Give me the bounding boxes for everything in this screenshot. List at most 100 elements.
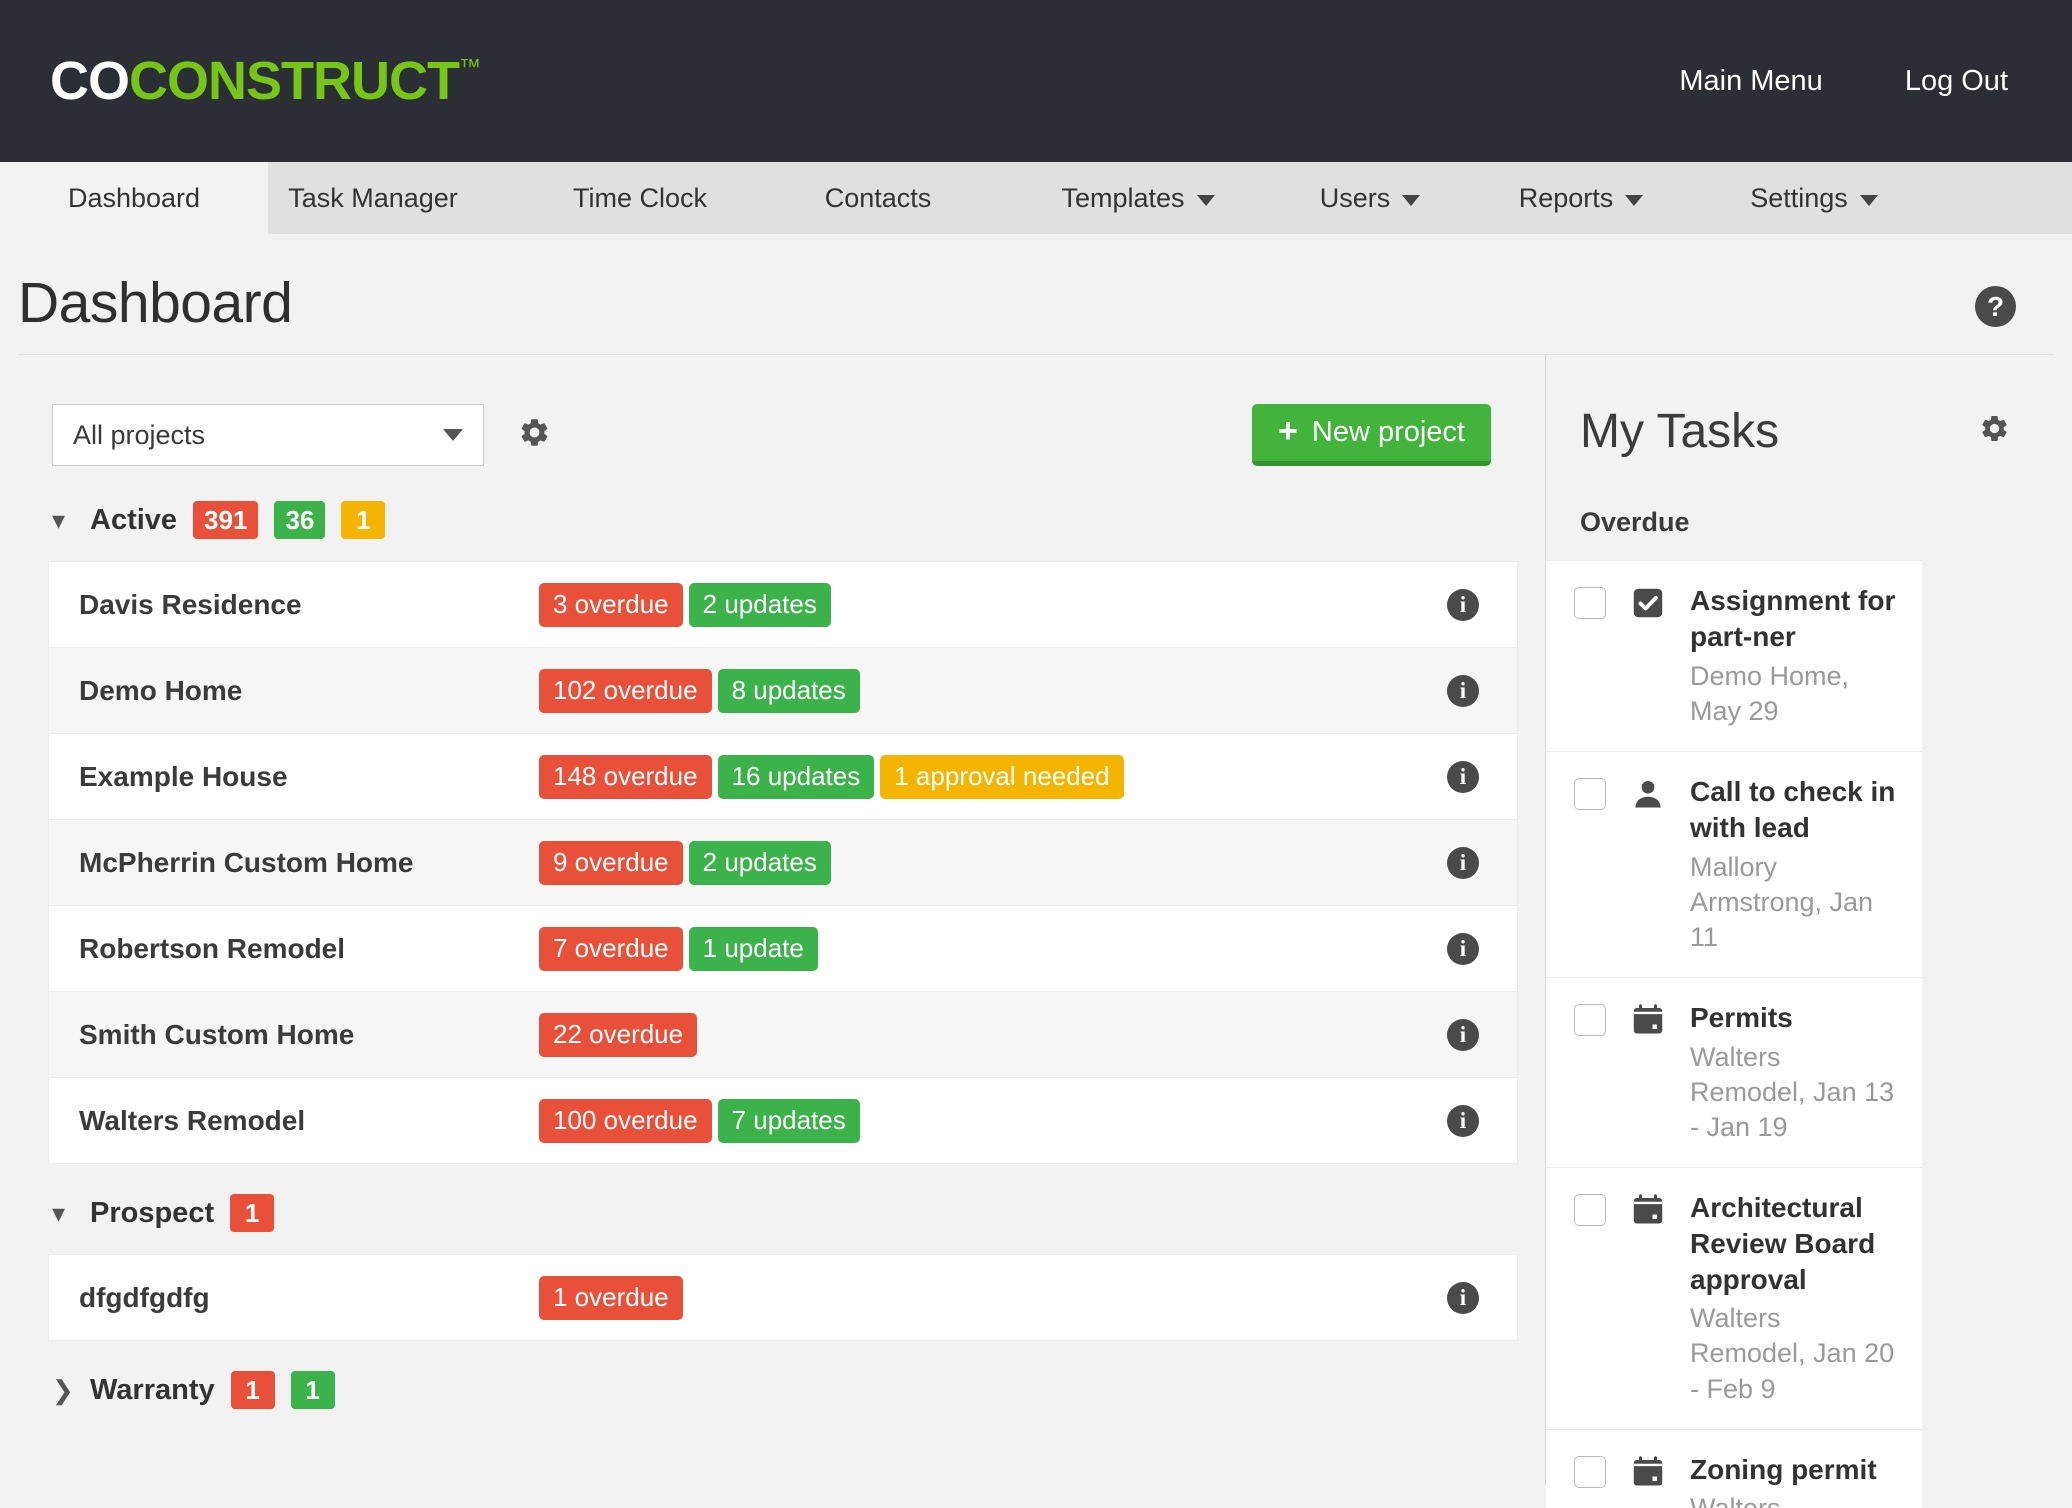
status-badge[interactable]: 148 overdue bbox=[539, 754, 712, 799]
task-title[interactable]: Call to check in with lead bbox=[1690, 774, 1900, 846]
tab-dashboard[interactable]: Dashboard bbox=[0, 162, 268, 234]
status-badge[interactable]: 16 updates bbox=[717, 754, 875, 799]
group-header-prospect[interactable]: ▾ Prospect 1 bbox=[0, 1186, 1545, 1240]
status-badge[interactable]: 1 update bbox=[688, 926, 818, 971]
status-badge[interactable]: 100 overdue bbox=[539, 1098, 712, 1143]
project-rows: Davis Residence 3 overdue 2 updates i Demo H… bbox=[48, 561, 1518, 1164]
table-row[interactable]: Davis Residence 3 overdue 2 updates i bbox=[49, 562, 1517, 648]
info-icon[interactable]: i bbox=[1447, 588, 1479, 621]
table-row[interactable]: Demo Home 102 overdue 8 updates i bbox=[49, 648, 1517, 734]
project-name[interactable]: Smith Custom Home bbox=[79, 1019, 539, 1051]
list-item[interactable]: Zoning permit Walters Remodel, Feb 10 - F… bbox=[1546, 1428, 1922, 1508]
status-badge[interactable]: 2 updates bbox=[688, 582, 831, 627]
status-badge[interactable]: 9 overdue bbox=[539, 840, 683, 885]
task-checkbox[interactable] bbox=[1574, 1003, 1606, 1036]
plus-icon: + bbox=[1278, 412, 1298, 450]
help-icon[interactable]: ? bbox=[1975, 286, 2016, 327]
project-name[interactable]: Walters Remodel bbox=[79, 1105, 539, 1137]
calendar-icon-svg bbox=[1633, 1455, 1663, 1486]
tab-reports[interactable]: Reports bbox=[1496, 162, 1666, 234]
tab-users[interactable]: Users bbox=[1300, 162, 1440, 234]
status-badge[interactable]: 7 updates bbox=[717, 1098, 860, 1143]
tab-templates-label: Templates bbox=[1061, 182, 1185, 213]
group-count-badge: 36 bbox=[274, 501, 326, 539]
group-header-active[interactable]: ▾ Active 391 36 1 bbox=[0, 493, 1545, 547]
my-tasks-title: My Tasks bbox=[1580, 404, 1780, 458]
group-header-warranty[interactable]: ❯ Warranty 1 1 bbox=[0, 1363, 1545, 1417]
coconstruct-logo[interactable]: CO CONSTRUCT ™ bbox=[50, 50, 481, 112]
info-icon[interactable]: i bbox=[1447, 674, 1479, 707]
info-icon[interactable]: i bbox=[1447, 846, 1479, 879]
tab-contacts[interactable]: Contacts bbox=[788, 162, 968, 234]
info-icon[interactable]: i bbox=[1447, 760, 1479, 793]
info-icon[interactable]: i bbox=[1447, 1104, 1479, 1137]
project-settings-gear-icon[interactable] bbox=[518, 416, 551, 454]
calendar-icon bbox=[1628, 1454, 1668, 1490]
table-row[interactable]: Example House 148 overdue 16 updates 1 appr… bbox=[49, 734, 1517, 820]
project-badges: 1 overdue bbox=[539, 1275, 683, 1320]
project-name[interactable]: McPherrin Custom Home bbox=[79, 847, 539, 879]
tab-time-clock[interactable]: Time Clock bbox=[540, 162, 740, 234]
new-project-button[interactable]: + New project bbox=[1252, 404, 1491, 466]
project-name[interactable]: Robertson Remodel bbox=[79, 933, 539, 965]
status-badge[interactable]: 8 updates bbox=[717, 668, 860, 713]
chevron-down-icon bbox=[443, 429, 463, 441]
table-row[interactable]: dfgdfgdfg 1 overdue i bbox=[49, 1255, 1517, 1341]
tab-settings-label: Settings bbox=[1750, 182, 1848, 213]
group-count-badge: 1 bbox=[341, 501, 386, 539]
project-group: ▾ Prospect 1 dfgdfgdfg 1 overdue i bbox=[0, 1186, 1545, 1341]
project-filter-select[interactable]: All projects bbox=[52, 404, 484, 466]
status-badge[interactable]: 3 overdue bbox=[539, 582, 683, 627]
logo-text-co: CO bbox=[50, 51, 130, 111]
primary-tab-bar: Dashboard Task Manager Time Clock Contac… bbox=[0, 162, 2072, 234]
page-title: Dashboard bbox=[18, 271, 293, 335]
project-name[interactable]: Demo Home bbox=[79, 675, 539, 707]
info-icon[interactable]: i bbox=[1447, 1018, 1479, 1051]
list-item[interactable]: Call to check in with lead Mallory Armstr… bbox=[1546, 750, 1922, 977]
log-out-link[interactable]: Log Out bbox=[1905, 65, 2008, 98]
status-badge[interactable]: 22 overdue bbox=[539, 1012, 698, 1057]
project-name[interactable]: dfgdfgdfg bbox=[79, 1282, 539, 1314]
task-checkbox[interactable] bbox=[1574, 1455, 1606, 1488]
task-checkbox[interactable] bbox=[1574, 777, 1606, 810]
task-title[interactable]: Permits bbox=[1690, 1000, 1900, 1036]
info-icon[interactable]: i bbox=[1447, 932, 1479, 965]
status-badge[interactable]: 7 overdue bbox=[539, 926, 683, 971]
main-menu-link[interactable]: Main Menu bbox=[1679, 65, 1822, 98]
table-row[interactable]: Robertson Remodel 7 overdue 1 update i bbox=[49, 906, 1517, 992]
task-checkbox[interactable] bbox=[1574, 587, 1606, 619]
tab-settings[interactable]: Settings bbox=[1724, 162, 1904, 234]
task-text: Permits Walters Remodel, Jan 13 - Jan 19 bbox=[1690, 1000, 1900, 1145]
chevron-down-icon: ▾ bbox=[52, 505, 66, 535]
status-badge[interactable]: 1 approval needed bbox=[880, 754, 1124, 799]
status-badge[interactable]: 1 overdue bbox=[539, 1275, 683, 1320]
list-item[interactable]: Assignment for part-ner Demo Home, May 29 bbox=[1546, 560, 1922, 751]
app-header: CO CONSTRUCT ™ Main Menu Log Out bbox=[0, 0, 2072, 162]
project-filter-value: All projects bbox=[73, 419, 206, 450]
task-title[interactable]: Assignment for part-ner bbox=[1690, 583, 1900, 655]
project-group: ❯ Warranty 1 1 bbox=[0, 1363, 1545, 1417]
page-title-row: Dashboard ? bbox=[0, 234, 2072, 344]
group-name: Warranty bbox=[90, 1373, 215, 1406]
task-text: Zoning permit Walters Remodel, Feb 10 - F… bbox=[1690, 1452, 1900, 1508]
project-name[interactable]: Example House bbox=[79, 761, 539, 793]
status-badge[interactable]: 2 updates bbox=[688, 840, 831, 885]
task-title[interactable]: Architectural Review Board approval bbox=[1690, 1190, 1900, 1297]
tab-task-manager[interactable]: Task Manager bbox=[268, 162, 478, 234]
task-checkbox[interactable] bbox=[1574, 1193, 1606, 1226]
task-title[interactable]: Zoning permit bbox=[1690, 1452, 1900, 1488]
tab-templates[interactable]: Templates bbox=[1038, 162, 1238, 234]
status-badge[interactable]: 102 overdue bbox=[539, 668, 712, 713]
table-row[interactable]: Walters Remodel 100 overdue 7 updates i bbox=[49, 1078, 1517, 1164]
project-badges: 9 overdue 2 updates bbox=[539, 840, 831, 885]
my-tasks-settings-gear-icon[interactable] bbox=[1979, 413, 2010, 449]
group-count-badge: 1 bbox=[230, 1371, 275, 1409]
my-tasks-panel: My Tasks Overdue Assignment for part-ner… bbox=[1545, 355, 2072, 1508]
list-item[interactable]: Architectural Review Board approval Walte… bbox=[1546, 1166, 1922, 1429]
table-row[interactable]: Smith Custom Home 22 overdue i bbox=[49, 992, 1517, 1078]
info-icon[interactable]: i bbox=[1447, 1281, 1479, 1314]
project-name[interactable]: Davis Residence bbox=[79, 589, 539, 621]
dashboard-page: CO CONSTRUCT ™ Main Menu Log Out Dashboard… bbox=[0, 0, 2072, 1508]
table-row[interactable]: McPherrin Custom Home 9 overdue 2 updates i bbox=[49, 820, 1517, 906]
list-item[interactable]: Permits Walters Remodel, Jan 13 - Jan 19 bbox=[1546, 976, 1922, 1167]
